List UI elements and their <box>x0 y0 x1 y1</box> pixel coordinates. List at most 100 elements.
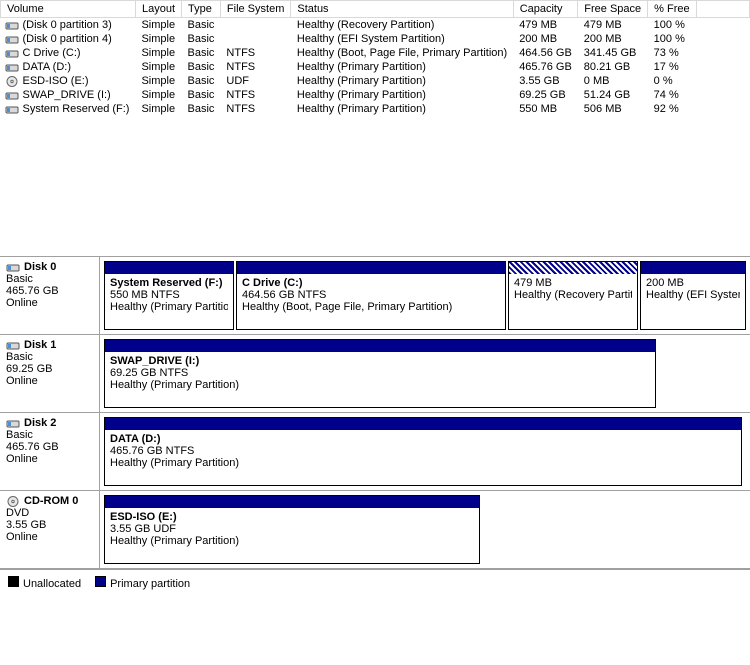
disk-name: Disk 2 <box>24 417 56 429</box>
cell-status: Healthy (EFI System Partition) <box>291 32 513 46</box>
partition-title: DATA (D:) <box>110 433 736 445</box>
cell-free: 0 MB <box>578 74 648 88</box>
partition-color-bar-icon <box>105 418 741 430</box>
volume-name: C Drive (C:) <box>23 47 81 59</box>
partition-color-bar-icon <box>237 262 505 274</box>
disk-label: Disk 2Basic465.76 GBOnline <box>0 413 100 490</box>
table-row[interactable]: ESD-ISO (E:)SimpleBasicUDFHealthy (Prima… <box>1 74 750 88</box>
partition-block[interactable]: DATA (D:)465.76 GB NTFSHealthy (Primary … <box>104 417 742 486</box>
cell-fs: NTFS <box>220 88 290 102</box>
cell-layout: Simple <box>135 88 181 102</box>
table-row[interactable]: System Reserved (F:)SimpleBasicNTFSHealt… <box>1 102 750 116</box>
disk-type: DVD <box>6 507 93 519</box>
spacer <box>0 116 750 256</box>
disk-size: 69.25 GB <box>6 363 93 375</box>
cell-capacity: 479 MB <box>513 18 578 33</box>
column-header[interactable]: Status <box>291 1 513 18</box>
disk-size: 465.76 GB <box>6 285 93 297</box>
disk-row[interactable]: Disk 2Basic465.76 GBOnlineDATA (D:)465.7… <box>0 413 750 491</box>
partition-size: 465.76 GB NTFS <box>110 445 736 457</box>
cell-pct: 73 % <box>648 46 696 60</box>
partition-block[interactable]: ESD-ISO (E:)3.55 GB UDFHealthy (Primary … <box>104 495 480 564</box>
table-row[interactable]: SWAP_DRIVE (I:)SimpleBasicNTFSHealthy (P… <box>1 88 750 102</box>
partition-size: 550 MB NTFS <box>110 289 228 301</box>
cd-icon <box>6 496 20 507</box>
disk-name: CD-ROM 0 <box>24 495 78 507</box>
volume-icon <box>5 104 19 115</box>
column-header[interactable]: File System <box>220 1 290 18</box>
partition-status: Healthy (Primary Partition) <box>110 379 650 391</box>
column-header[interactable]: Layout <box>135 1 181 18</box>
volume-table[interactable]: VolumeLayoutTypeFile SystemStatusCapacit… <box>0 0 750 116</box>
volume-name: (Disk 0 partition 4) <box>23 33 112 45</box>
cell-capacity: 3.55 GB <box>513 74 578 88</box>
partition-block[interactable]: 479 MBHealthy (Recovery Partition) <box>508 261 638 330</box>
disk-icon <box>6 262 20 273</box>
disk-row[interactable]: CD-ROM 0DVD3.55 GBOnlineESD-ISO (E:)3.55… <box>0 491 750 569</box>
partition-title: C Drive (C:) <box>242 277 500 289</box>
partition-size: 200 MB <box>646 277 740 289</box>
disk-icon <box>6 418 20 429</box>
column-header[interactable]: Volume <box>1 1 136 18</box>
cell-fs: NTFS <box>220 102 290 116</box>
cell-fs: NTFS <box>220 60 290 74</box>
partition-color-bar-icon <box>105 496 479 508</box>
partition-status: Healthy (Boot, Page File, Primary Partit… <box>242 301 500 313</box>
cell-type: Basic <box>182 46 221 60</box>
partition-block[interactable]: System Reserved (F:)550 MB NTFSHealthy (… <box>104 261 234 330</box>
partition-color-bar-icon <box>105 340 655 352</box>
cell-layout: Simple <box>135 74 181 88</box>
partition-block[interactable]: 200 MBHealthy (EFI System Partition) <box>640 261 746 330</box>
cell-capacity: 464.56 GB <box>513 46 578 60</box>
disk-name: Disk 0 <box>24 261 56 273</box>
disk-state: Online <box>6 375 93 387</box>
column-header[interactable]: Capacity <box>513 1 578 18</box>
cell-fs: UDF <box>220 74 290 88</box>
column-header[interactable]: Type <box>182 1 221 18</box>
disk-type: Basic <box>6 429 93 441</box>
partition-status: Healthy (Primary Partition) <box>110 301 228 313</box>
column-header-spacer <box>696 1 749 18</box>
disk-state: Online <box>6 297 93 309</box>
cell-layout: Simple <box>135 32 181 46</box>
column-header[interactable]: Free Space <box>578 1 648 18</box>
partition-block[interactable]: C Drive (C:)464.56 GB NTFSHealthy (Boot,… <box>236 261 506 330</box>
cell-status: Healthy (Primary Partition) <box>291 88 513 102</box>
partition-title: ESD-ISO (E:) <box>110 511 474 523</box>
cell-pct: 100 % <box>648 32 696 46</box>
cell-status: Healthy (Recovery Partition) <box>291 18 513 33</box>
cell-type: Basic <box>182 102 221 116</box>
cell-type: Basic <box>182 32 221 46</box>
table-row[interactable]: DATA (D:)SimpleBasicNTFSHealthy (Primary… <box>1 60 750 74</box>
disk-row[interactable]: Disk 0Basic465.76 GBOnlineSystem Reserve… <box>0 257 750 335</box>
cell-status: Healthy (Primary Partition) <box>291 102 513 116</box>
cell-status: Healthy (Primary Partition) <box>291 60 513 74</box>
table-row[interactable]: (Disk 0 partition 4) SimpleBasic Healthy (… <box>1 32 750 46</box>
table-row[interactable]: C Drive (C:)SimpleBasicNTFSHealthy (Boot… <box>1 46 750 60</box>
volume-name: SWAP_DRIVE (I:) <box>23 89 111 101</box>
volume-name: DATA (D:) <box>23 61 71 73</box>
cell-layout: Simple <box>135 102 181 116</box>
partition-size: 464.56 GB NTFS <box>242 289 500 301</box>
cell-layout: Simple <box>135 18 181 33</box>
disk-label: Disk 0Basic465.76 GBOnline <box>0 257 100 334</box>
cell-fs: NTFS <box>220 46 290 60</box>
disk-row[interactable]: Disk 1Basic69.25 GBOnlineSWAP_DRIVE (I:)… <box>0 335 750 413</box>
cell-pct: 74 % <box>648 88 696 102</box>
partition-size: 3.55 GB UDF <box>110 523 474 535</box>
column-header[interactable]: % Free <box>648 1 696 18</box>
cell-capacity: 550 MB <box>513 102 578 116</box>
cell-free: 506 MB <box>578 102 648 116</box>
partition-size: 69.25 GB NTFS <box>110 367 650 379</box>
partition-title: System Reserved (F:) <box>110 277 228 289</box>
legend-unallocated: Unallocated <box>8 576 81 590</box>
disk-label: CD-ROM 0DVD3.55 GBOnline <box>0 491 100 568</box>
partition-status: Healthy (Recovery Partition) <box>514 289 632 301</box>
legend-primary: Primary partition <box>95 576 190 590</box>
disk-name: Disk 1 <box>24 339 56 351</box>
partition-block[interactable]: SWAP_DRIVE (I:)69.25 GB NTFSHealthy (Pri… <box>104 339 656 408</box>
disk-state: Online <box>6 453 93 465</box>
disk-partitions: SWAP_DRIVE (I:)69.25 GB NTFSHealthy (Pri… <box>100 335 750 412</box>
disk-partitions: ESD-ISO (E:)3.55 GB UDFHealthy (Primary … <box>100 491 750 568</box>
table-row[interactable]: (Disk 0 partition 3)SimpleBasicHealthy (… <box>1 18 750 33</box>
